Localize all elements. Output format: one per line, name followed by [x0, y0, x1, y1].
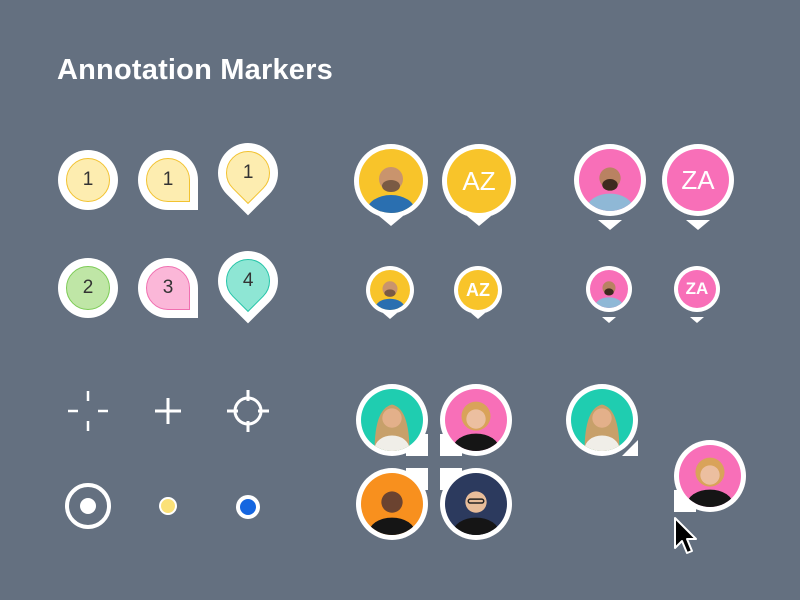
avatar: [359, 149, 423, 213]
avatar-marker-large-detached[interactable]: [574, 144, 648, 232]
avatar-bubble[interactable]: [356, 468, 428, 540]
page-title: Annotation Markers: [57, 54, 333, 86]
plus-icon[interactable]: [152, 395, 184, 427]
avatar: [571, 389, 633, 451]
marker-number: 2: [82, 277, 94, 298]
avatar: [579, 149, 641, 211]
marker-number: 1: [162, 169, 174, 190]
initials-badge: ZA: [678, 270, 716, 308]
avatar-pin-small[interactable]: [366, 266, 414, 324]
avatar-marker-small-detached[interactable]: [586, 266, 634, 328]
marker-number: 3: [162, 277, 174, 298]
initials-badge: AZ: [458, 270, 498, 310]
marker-number: 1: [242, 161, 254, 183]
marker-number: 4: [242, 269, 254, 291]
avatar-bubble[interactable]: [440, 384, 512, 456]
initials-pin-small[interactable]: AZ: [454, 266, 502, 324]
number-marker-pin[interactable]: 4: [205, 238, 291, 324]
avatar: [590, 270, 628, 308]
avatar-bubble-cursor[interactable]: [674, 440, 746, 512]
avatar-pin-large[interactable]: [354, 144, 428, 232]
avatar: [361, 473, 423, 535]
number-marker-circle[interactable]: 2: [58, 258, 118, 318]
initials-marker-small-detached[interactable]: ZA: [674, 266, 722, 328]
number-marker-circle[interactable]: 1: [58, 150, 118, 210]
avatar: [445, 473, 507, 535]
target-icon[interactable]: [226, 389, 270, 433]
initials-badge: ZA: [667, 149, 729, 211]
avatar-bubble-tail[interactable]: [566, 384, 640, 458]
crosshair-dashed-icon[interactable]: [66, 389, 110, 433]
initials-badge: AZ: [447, 149, 511, 213]
number-marker-pin[interactable]: 1: [205, 130, 291, 216]
blue-dot-icon[interactable]: [234, 493, 262, 521]
marker-number: 1: [82, 169, 94, 190]
number-marker-corner[interactable]: 1: [138, 150, 198, 210]
initials-pin-large[interactable]: AZ: [442, 144, 516, 232]
avatar: [445, 389, 507, 451]
number-marker-corner[interactable]: 3: [138, 258, 198, 318]
mouse-cursor-icon: [674, 517, 697, 554]
initials-marker-large-detached[interactable]: ZA: [662, 144, 736, 232]
avatar: [370, 270, 410, 310]
small-yellow-dot-icon[interactable]: [158, 496, 178, 516]
radio-dot-icon[interactable]: [64, 482, 112, 530]
avatar: [361, 389, 423, 451]
avatar-bubble[interactable]: [440, 468, 512, 540]
avatar-bubble[interactable]: [356, 384, 428, 456]
avatar: [679, 445, 741, 507]
